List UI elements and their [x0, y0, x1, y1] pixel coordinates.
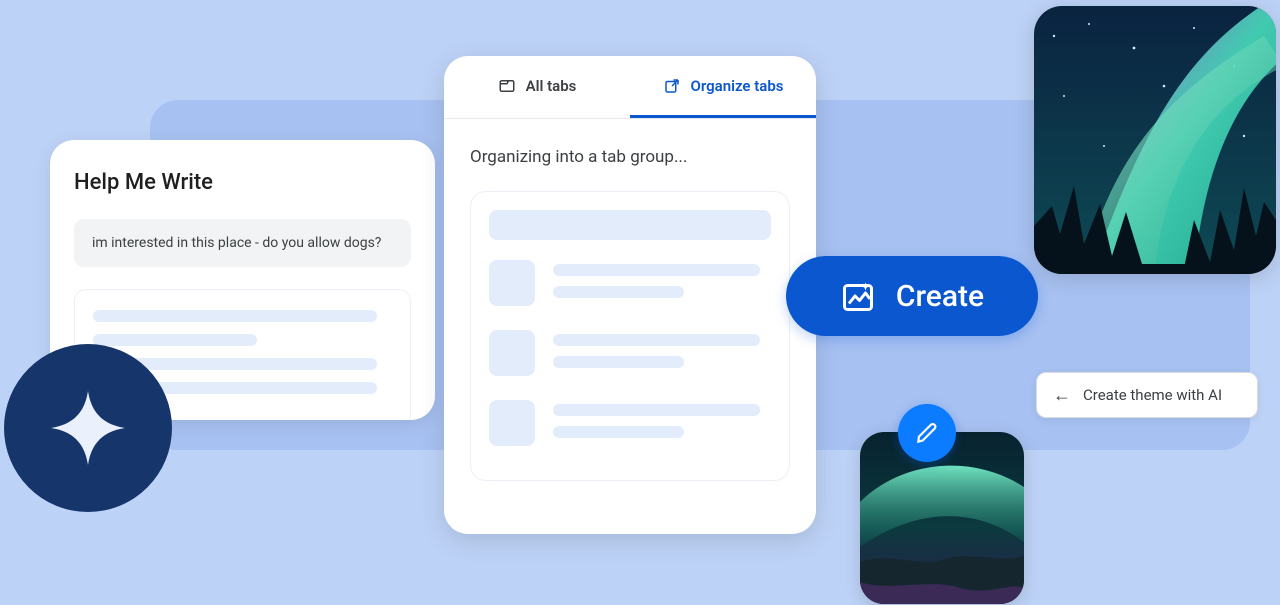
image-sparkle-icon	[840, 278, 876, 314]
skeleton-line	[553, 286, 684, 298]
tab-icon	[498, 77, 516, 95]
create-button-label: Create	[896, 279, 984, 314]
skeleton-line	[553, 264, 760, 276]
tab-organizer-card: All tabs Organize tabs Organizing into a…	[444, 56, 816, 534]
tab-favicon-skeleton	[489, 400, 535, 446]
tab-row-skeleton	[489, 260, 771, 308]
tab-favicon-skeleton	[489, 260, 535, 306]
help-me-write-title: Help Me Write	[74, 170, 411, 195]
pencil-icon	[914, 420, 940, 446]
tab-organizer-tabbar: All tabs Organize tabs	[444, 56, 816, 118]
sparkle-icon	[46, 386, 130, 470]
tab-organize-tabs-label: Organize tabs	[691, 77, 784, 95]
tab-all-tabs-label: All tabs	[526, 77, 577, 95]
skeleton-line	[553, 404, 760, 416]
tab-row-skeleton	[489, 330, 771, 378]
theme-preview-large	[1034, 6, 1276, 274]
organize-icon	[663, 77, 681, 95]
skeleton-line	[553, 334, 760, 346]
tab-group-placeholder	[470, 191, 790, 481]
skeleton-line	[553, 356, 684, 368]
create-theme-with-ai-button[interactable]: ← Create theme with AI	[1036, 372, 1258, 418]
ai-star-badge	[4, 344, 172, 512]
arrow-left-icon: ←	[1053, 385, 1071, 406]
create-theme-with-ai-label: Create theme with AI	[1083, 386, 1222, 404]
skeleton-line	[93, 310, 377, 322]
tab-all-tabs[interactable]: All tabs	[444, 56, 630, 118]
tab-organizer-status: Organizing into a tab group...	[470, 147, 790, 167]
skeleton-line	[553, 426, 684, 438]
tab-favicon-skeleton	[489, 330, 535, 376]
edit-theme-button[interactable]	[898, 404, 956, 462]
help-me-write-prompt-input[interactable]: im interested in this place - do you all…	[74, 219, 411, 267]
create-button[interactable]: Create	[786, 256, 1038, 336]
tab-group-name-skeleton	[489, 210, 771, 240]
tab-organize-tabs[interactable]: Organize tabs	[630, 56, 816, 118]
tab-row-skeleton	[489, 400, 771, 448]
skeleton-line	[93, 334, 257, 346]
